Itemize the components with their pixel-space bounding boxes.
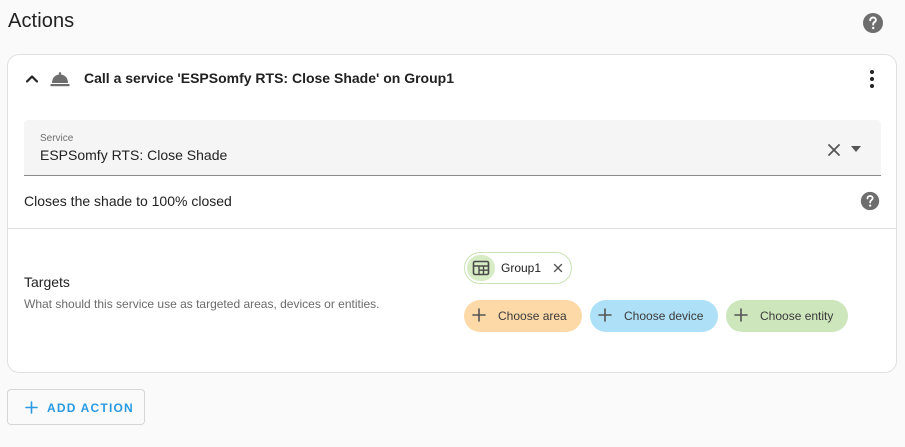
choose-area-label: Choose area	[498, 309, 567, 323]
group-icon-wrap	[467, 255, 495, 281]
page-header: Actions	[0, 0, 905, 48]
plus-icon	[472, 308, 486, 322]
chevron-up-icon[interactable]	[22, 69, 42, 89]
close-icon[interactable]	[553, 263, 563, 273]
service-field-value[interactable]: ESPSomfy RTS: Close Shade	[40, 147, 227, 163]
service-field-label: Service	[40, 133, 74, 144]
add-action-button[interactable]: ADD ACTION	[7, 389, 145, 425]
service-description: Closes the shade to 100% closed	[24, 193, 232, 209]
menu-down-icon[interactable]	[850, 145, 862, 153]
group-icon	[472, 260, 490, 276]
choose-entity-label: Choose entity	[760, 309, 834, 323]
room-service-icon	[50, 72, 70, 87]
dots-vertical-icon[interactable]	[862, 67, 882, 91]
choose-entity-button[interactable]: Choose entity	[726, 300, 848, 332]
choose-device-label: Choose device	[624, 309, 704, 323]
action-card-header[interactable]: Call a service 'ESPSomfy RTS: Close Shad…	[8, 55, 896, 103]
targets-description: What should this service use as targeted…	[24, 297, 380, 311]
plus-icon	[598, 308, 612, 322]
help-icon[interactable]	[859, 190, 881, 212]
plus-icon	[734, 308, 748, 322]
service-select[interactable]: Service ESPSomfy RTS: Close Shade	[24, 120, 881, 176]
add-action-label: ADD ACTION	[47, 401, 134, 415]
choose-area-button[interactable]: Choose area	[464, 300, 582, 332]
target-chip-label: Group1	[501, 261, 542, 275]
divider	[8, 228, 896, 229]
action-card: Call a service 'ESPSomfy RTS: Close Shad…	[7, 54, 897, 373]
page-title: Actions	[8, 10, 75, 32]
choose-device-button[interactable]: Choose device	[590, 300, 718, 332]
plus-icon	[25, 401, 38, 414]
close-icon[interactable]	[827, 143, 841, 157]
action-title: Call a service 'ESPSomfy RTS: Close Shad…	[84, 70, 454, 86]
help-icon[interactable]	[861, 11, 885, 35]
target-chip-group1[interactable]: Group1	[464, 252, 572, 284]
targets-label: Targets	[24, 274, 70, 290]
